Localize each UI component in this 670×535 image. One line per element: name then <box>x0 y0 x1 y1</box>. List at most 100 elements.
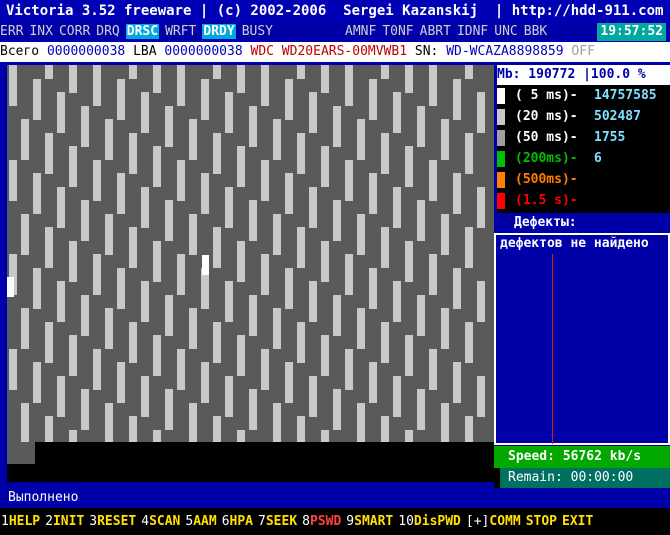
scan-block <box>9 186 17 201</box>
scan-block <box>45 416 53 430</box>
scan-block <box>393 119 401 133</box>
scan-block <box>177 159 185 174</box>
scan-block <box>357 429 365 442</box>
scan-block <box>201 200 209 214</box>
scan-block <box>117 362 125 376</box>
scan-block <box>417 213 425 228</box>
scan-block <box>381 321 389 336</box>
scan-block <box>93 254 101 268</box>
scan-block <box>153 65 161 79</box>
scan-block <box>429 65 437 79</box>
scan-block <box>57 402 65 417</box>
scan-block <box>321 335 329 349</box>
scan-block <box>417 321 425 336</box>
scan-block <box>405 173 413 187</box>
scan-block <box>273 132 281 147</box>
scan-block <box>297 254 305 268</box>
scan-block <box>201 186 209 201</box>
scan-block <box>141 92 149 106</box>
scan-block <box>45 254 53 268</box>
scan-block <box>405 267 413 282</box>
scan-block <box>153 159 161 174</box>
defects-message: дефектов не найдено <box>500 236 649 251</box>
scan-block <box>381 348 389 363</box>
scan-block <box>333 119 341 133</box>
scan-block <box>81 105 89 120</box>
fkey-number: 1 <box>1 514 9 529</box>
scan-block <box>477 213 485 228</box>
scan-block <box>153 362 161 376</box>
scan-block <box>45 227 53 241</box>
fkey-scan[interactable]: 4SCAN <box>140 508 181 535</box>
scan-block <box>465 321 473 336</box>
scan-block <box>57 375 65 390</box>
fkey-aam[interactable]: 5AAM <box>184 508 217 535</box>
flag-drq: DRQ <box>96 24 120 39</box>
scan-block <box>57 186 65 201</box>
scan-block <box>153 173 161 187</box>
fkey-stop[interactable]: STOP <box>525 508 558 535</box>
flag-t0nf: T0NF <box>382 24 414 39</box>
scan-block <box>453 173 461 187</box>
scan-block <box>345 362 353 376</box>
scan-block <box>213 132 221 147</box>
scan-block <box>57 119 65 133</box>
scan-block <box>225 389 233 403</box>
scan-block <box>81 416 89 430</box>
scan-block <box>477 92 485 106</box>
fkey-exit[interactable]: EXIT <box>561 508 594 535</box>
scan-block <box>189 308 197 322</box>
scan-block <box>393 294 401 309</box>
scan-block <box>405 335 413 349</box>
scan-block <box>393 92 401 106</box>
scan-block <box>357 240 365 255</box>
fkey-seek[interactable]: 7SEEK <box>257 508 298 535</box>
fkey-comm[interactable]: [+]COMM <box>465 508 522 535</box>
fkey-hpa[interactable]: 6HPA <box>221 508 254 535</box>
fkey-reset[interactable]: 3RESET <box>88 508 137 535</box>
scan-block <box>369 78 377 93</box>
scan-block <box>261 173 269 187</box>
scan-block <box>285 105 293 120</box>
scan-block <box>297 227 305 241</box>
scan-block <box>273 321 281 336</box>
scan-block <box>177 186 185 201</box>
scan-block <box>9 375 17 390</box>
scan-block <box>297 335 305 349</box>
scan-block <box>237 267 245 282</box>
scan-block <box>105 119 113 133</box>
scan-block <box>369 173 377 187</box>
fkey-label: STOP <box>525 514 557 529</box>
fkey-pswd[interactable]: 8PSWD <box>301 508 342 535</box>
scan-block <box>21 335 29 349</box>
scan-block <box>441 146 449 160</box>
fkey-smart[interactable]: 9SMART <box>345 508 394 535</box>
fkey-help[interactable]: 1HELP <box>0 508 41 535</box>
scan-block <box>465 254 473 268</box>
flag-drsc: DRSC <box>125 24 160 39</box>
scan-block <box>261 92 269 106</box>
scan-block <box>333 308 341 322</box>
scan-block <box>453 294 461 309</box>
scan-block <box>417 308 425 322</box>
scan-block <box>69 78 77 93</box>
scan-block <box>285 92 293 106</box>
scan-block <box>129 159 137 174</box>
scan-block <box>81 200 89 214</box>
scan-block <box>33 267 41 282</box>
scan-block <box>129 146 137 160</box>
scan-block <box>237 78 245 93</box>
latency-row: ( 5 ms)- 14757585 <box>497 86 670 106</box>
scan-block <box>261 348 269 363</box>
scan-block <box>93 186 101 201</box>
scan-block <box>249 321 257 336</box>
drive-info-bar: Всего 0000000038 LBA 0000000038 WDC WD20… <box>0 42 670 62</box>
fkey-dispwd[interactable]: 10DisPWD <box>397 508 462 535</box>
scan-block <box>21 240 29 255</box>
scan-block <box>177 173 185 187</box>
scan-block <box>369 92 377 106</box>
scan-block <box>441 308 449 322</box>
serial-number: WD-WCAZA8898859 <box>446 44 564 59</box>
scan-block <box>9 65 17 79</box>
fkey-init[interactable]: 2INIT <box>44 508 85 535</box>
